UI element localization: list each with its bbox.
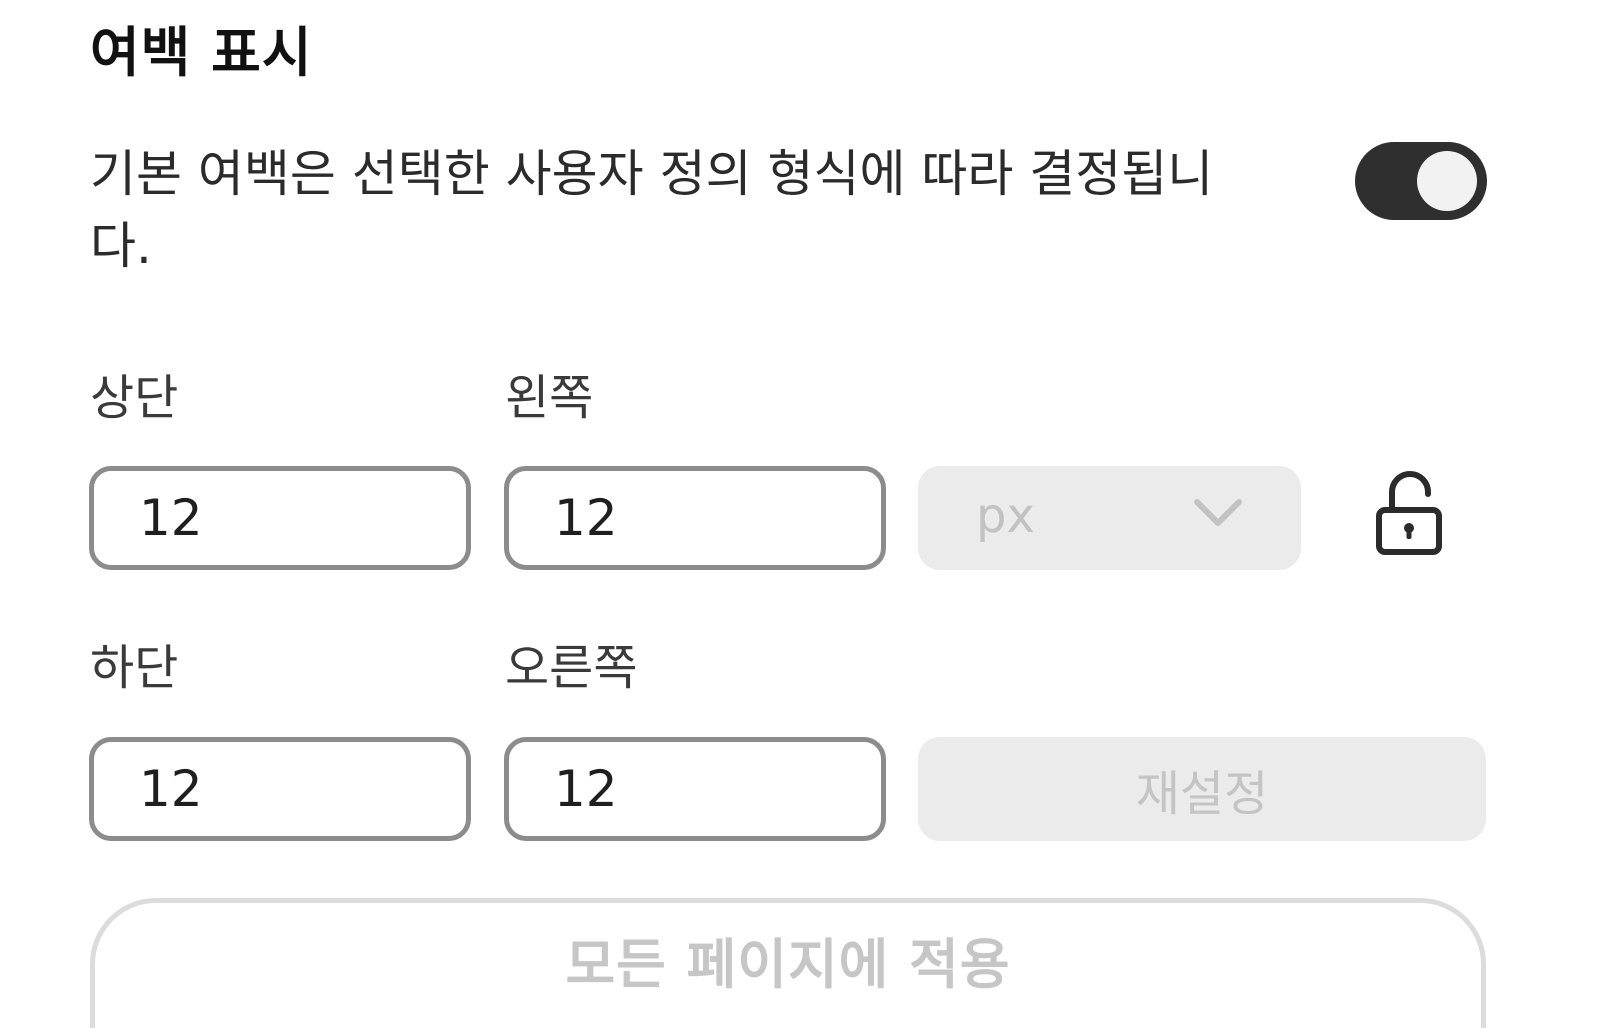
section-title: 여백 표시 xyxy=(90,21,313,84)
unlock-icon[interactable] xyxy=(1368,470,1450,560)
margin-settings-panel: 여백 표시 기본 여백은 선택한 사용자 정의 형식에 따라 결정됩니다. 상단… xyxy=(0,0,1600,1033)
bottom-margin-input[interactable] xyxy=(89,737,471,841)
left-margin-input[interactable] xyxy=(504,466,886,570)
bottom-margin-label: 하단 xyxy=(90,640,179,696)
chevron-down-icon xyxy=(1194,499,1242,526)
top-margin-input[interactable] xyxy=(89,466,471,570)
reset-button[interactable]: 재설정 xyxy=(918,737,1486,841)
unit-select-value: px xyxy=(976,488,1035,544)
right-margin-label: 오른쪽 xyxy=(505,640,638,696)
section-description: 기본 여백은 선택한 사용자 정의 형식에 따라 결정됩니다. xyxy=(90,145,1214,275)
unit-select[interactable]: px xyxy=(918,466,1301,570)
toggle-knob xyxy=(1417,151,1477,211)
right-margin-input[interactable] xyxy=(504,737,886,841)
left-margin-label: 왼쪽 xyxy=(505,370,594,426)
top-margin-label: 상단 xyxy=(90,370,179,426)
show-margins-toggle[interactable] xyxy=(1355,142,1487,220)
apply-to-all-pages-button[interactable]: 모든 페이지에 적용 xyxy=(90,898,1486,1028)
